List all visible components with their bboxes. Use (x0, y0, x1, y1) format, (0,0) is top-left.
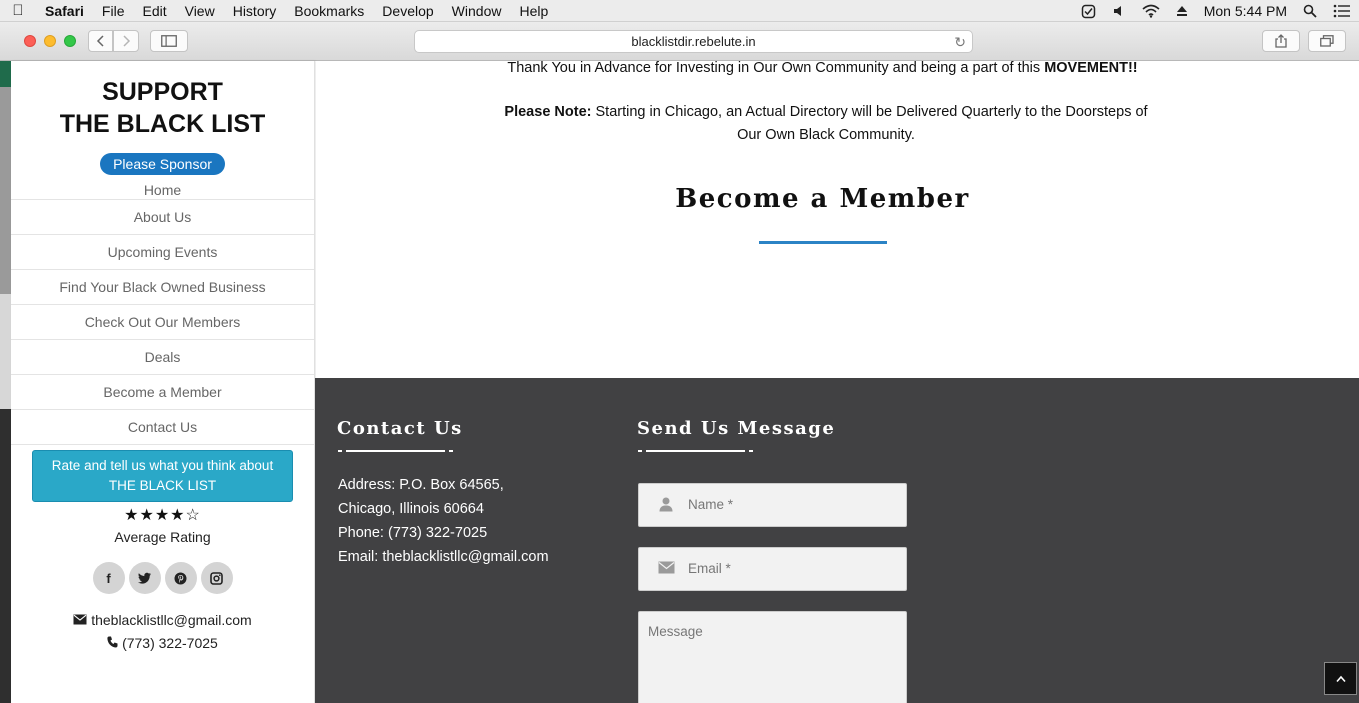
message-placeholder: Message (648, 624, 703, 639)
minimize-window-button[interactable] (44, 35, 56, 47)
nav-about-us[interactable]: About Us (11, 200, 314, 235)
sidebar-phone[interactable]: (773) 322-7025 (11, 635, 314, 651)
volume-icon[interactable] (1104, 4, 1134, 18)
instagram-icon[interactable] (200, 562, 233, 594)
facebook-icon[interactable]: f (92, 562, 125, 594)
email-placeholder: Email * (688, 561, 731, 576)
forward-button[interactable] (113, 30, 139, 52)
address-line2: Chicago, Illinois 60664 (338, 501, 484, 517)
menu-file[interactable]: File (93, 0, 134, 22)
average-rating-label: Average Rating (114, 529, 211, 545)
zoom-window-button[interactable] (64, 35, 76, 47)
address-line1: Address: P.O. Box 64565, (338, 477, 504, 493)
checkbox-status-icon[interactable] (1073, 4, 1104, 19)
menubar-clock[interactable]: Mon 5:44 PM (1196, 0, 1295, 22)
envelope-icon (73, 614, 87, 625)
sidebar-title-line2: THE BLACK LIST (59, 110, 266, 138)
menu-window[interactable]: Window (443, 0, 511, 22)
sidebar-icon (161, 35, 177, 47)
star-rating[interactable]: ★★★★☆ (11, 505, 314, 525)
menu-bar:  Safari File Edit View History Bookmark… (0, 0, 1359, 22)
url-text: blacklistdir.rebelute.in (631, 34, 756, 49)
page-background-gutter (0, 61, 11, 703)
apple-logo-icon[interactable]:  (0, 2, 36, 19)
social-links: f (11, 562, 314, 594)
browser-toolbar: blacklistdir.rebelute.in ↻ (0, 22, 1359, 61)
phone-icon (107, 636, 118, 648)
become-member-heading: Become a Member (675, 184, 970, 214)
name-placeholder: Name * (688, 497, 734, 512)
share-icon (1275, 34, 1287, 48)
sidebar-email[interactable]: theblacklistllc@gmail.com (11, 612, 314, 628)
nav-upcoming-events[interactable]: Upcoming Events (11, 235, 314, 270)
sidebar-title-line1: SUPPORT (102, 78, 223, 106)
email-field[interactable]: Email * (638, 547, 907, 591)
please-sponsor-button[interactable]: Please Sponsor (100, 153, 225, 175)
heading-underline (759, 241, 887, 244)
sidebar-title: SUPPORT THE BLACK LIST (11, 76, 314, 140)
tab-overview-button[interactable] (1308, 30, 1346, 52)
address-bar[interactable]: blacklistdir.rebelute.in ↻ (414, 30, 973, 53)
please-note-paragraph: Please Note: Starting in Chicago, an Act… (504, 104, 1148, 143)
phone-line[interactable]: Phone: (773) 322-7025 (338, 521, 549, 545)
nav-deals[interactable]: Deals (11, 340, 314, 375)
rate-button[interactable]: Rate and tell us what you think about TH… (32, 450, 293, 502)
contact-heading-underline (338, 450, 453, 452)
menu-view[interactable]: View (176, 0, 224, 22)
menu-edit[interactable]: Edit (133, 0, 175, 22)
nav-find-business[interactable]: Find Your Black Owned Business (11, 270, 314, 305)
sidebar-phone-text: (773) 322-7025 (122, 635, 218, 651)
status-area: Mon 5:44 PM (1073, 0, 1359, 22)
name-field[interactable]: Name * (638, 483, 907, 527)
contact-us-heading: Contact Us (337, 418, 463, 439)
sidebar-nav: Home About Us Upcoming Events Find Your … (11, 180, 314, 445)
share-button[interactable] (1262, 30, 1300, 52)
main-content: Thank You in Advance for Investing in Ou… (316, 60, 1359, 378)
scroll-to-top-button[interactable] (1324, 662, 1357, 695)
pinterest-icon[interactable] (164, 562, 197, 594)
twitter-icon[interactable] (128, 562, 161, 594)
envelope-icon (656, 561, 676, 579)
send-message-heading: Send Us Message (637, 418, 836, 439)
spotlight-search-icon[interactable] (1295, 4, 1325, 18)
thank-you-paragraph: Thank You in Advance for Investing in Ou… (507, 60, 1138, 76)
nav-contact-us[interactable]: Contact Us (11, 410, 314, 445)
sidebar-toggle-button[interactable] (150, 30, 188, 52)
menu-help[interactable]: Help (510, 0, 557, 22)
nav-check-members[interactable]: Check Out Our Members (11, 305, 314, 340)
rate-button-line2: THE BLACK LIST (108, 478, 217, 493)
sidebar-email-text: theblacklistllc@gmail.com (91, 612, 252, 628)
eject-icon[interactable] (1168, 5, 1196, 17)
menu-bookmarks[interactable]: Bookmarks (285, 0, 373, 22)
sidebar-panel: SUPPORT THE BLACK LIST Please Sponsor Ho… (11, 61, 315, 703)
menu-develop[interactable]: Develop (373, 0, 442, 22)
nav-home[interactable]: Home (11, 180, 314, 200)
user-icon (656, 497, 676, 515)
tabs-icon (1320, 35, 1334, 47)
message-heading-underline (638, 450, 753, 452)
chevron-right-icon (123, 35, 131, 47)
footer: Contact Us Address: P.O. Box 64565, Chic… (315, 378, 1359, 703)
contact-address-block: Address: P.O. Box 64565, Chicago, Illino… (338, 473, 549, 569)
movement-text: MOVEMENT!! (1044, 60, 1138, 76)
menu-history[interactable]: History (224, 0, 286, 22)
close-window-button[interactable] (24, 35, 36, 47)
please-note-label: Please Note: (504, 104, 592, 120)
rate-button-line1: Rate and tell us what you think about (51, 458, 274, 473)
chevron-up-icon (1335, 675, 1346, 682)
email-line[interactable]: Email: theblacklistllc@gmail.com (338, 545, 549, 569)
message-textarea[interactable]: Message (638, 611, 907, 703)
notification-center-icon[interactable] (1325, 4, 1359, 18)
reload-icon[interactable]: ↻ (954, 31, 966, 53)
back-button[interactable] (88, 30, 113, 52)
chevron-left-icon (96, 35, 104, 47)
nav-become-member[interactable]: Become a Member (11, 375, 314, 410)
wifi-icon[interactable] (1134, 4, 1168, 18)
menu-app-name[interactable]: Safari (36, 0, 93, 22)
